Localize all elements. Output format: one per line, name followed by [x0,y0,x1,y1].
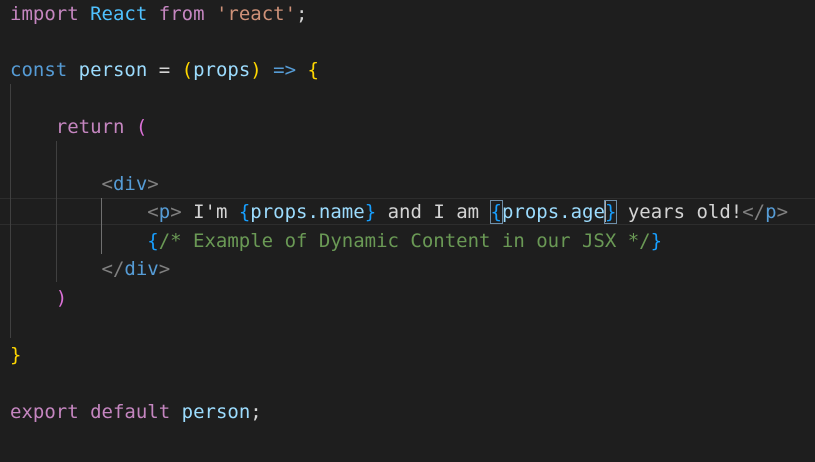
person-identifier: person [78,59,148,81]
code-line-8[interactable]: <p> I'm {props.name} and I am {props.age… [10,198,788,226]
code-line-11[interactable]: ) [10,284,67,312]
semicolon: ; [250,401,262,423]
code-line-3[interactable]: const person = (props) => { [10,56,319,84]
default-keyword: default [90,401,171,423]
open-paren: ( [181,59,194,81]
close-paren: ) [250,59,262,81]
props-name-expression: props.name [250,201,365,223]
jsx-text-1: I'm [181,201,239,223]
react-identifier: React [90,3,148,25]
jsx-comment: /* Example of Dynamic Content in our JSX… [158,230,651,252]
semicolon: ; [296,3,308,25]
export-keyword: export [10,401,79,423]
return-open-paren: ( [135,116,148,138]
code-line-10[interactable]: </div> [10,255,171,283]
open-brace: { [307,59,319,81]
assign-operator: = [147,59,182,81]
bracket-match-open: { [489,200,503,224]
code-line-15[interactable]: export default person; [10,398,262,426]
p-close-tag: p [765,201,777,223]
return-keyword: return [55,116,125,138]
code-line-9[interactable]: {/* Example of Dynamic Content in our JS… [10,227,662,255]
close-brace: } [10,344,22,366]
div-close-tag: div [124,258,159,280]
props-age-expression: props.age [501,201,605,223]
code-line-13[interactable]: } [10,341,21,369]
jsx-text-3: years old! [616,201,743,223]
code-line-1[interactable]: import React from 'react'; [10,0,308,28]
code-line-5[interactable]: return ( [10,113,148,141]
from-keyword: from [158,3,205,25]
person-export-identifier: person [181,401,251,423]
module-string: 'react' [215,3,297,25]
return-close-paren: ) [55,287,68,309]
p-open-tag: p [158,201,171,223]
jsx-text-2: and I am [376,201,491,223]
import-keyword: import [10,3,79,25]
code-line-7[interactable]: <div> [10,170,159,198]
props-param: props [193,59,251,81]
arrow-operator: => [261,59,308,81]
const-keyword: const [10,59,68,81]
code-editor[interactable]: import React from 'react'; const person … [0,0,815,462]
div-open-tag: div [112,173,148,195]
